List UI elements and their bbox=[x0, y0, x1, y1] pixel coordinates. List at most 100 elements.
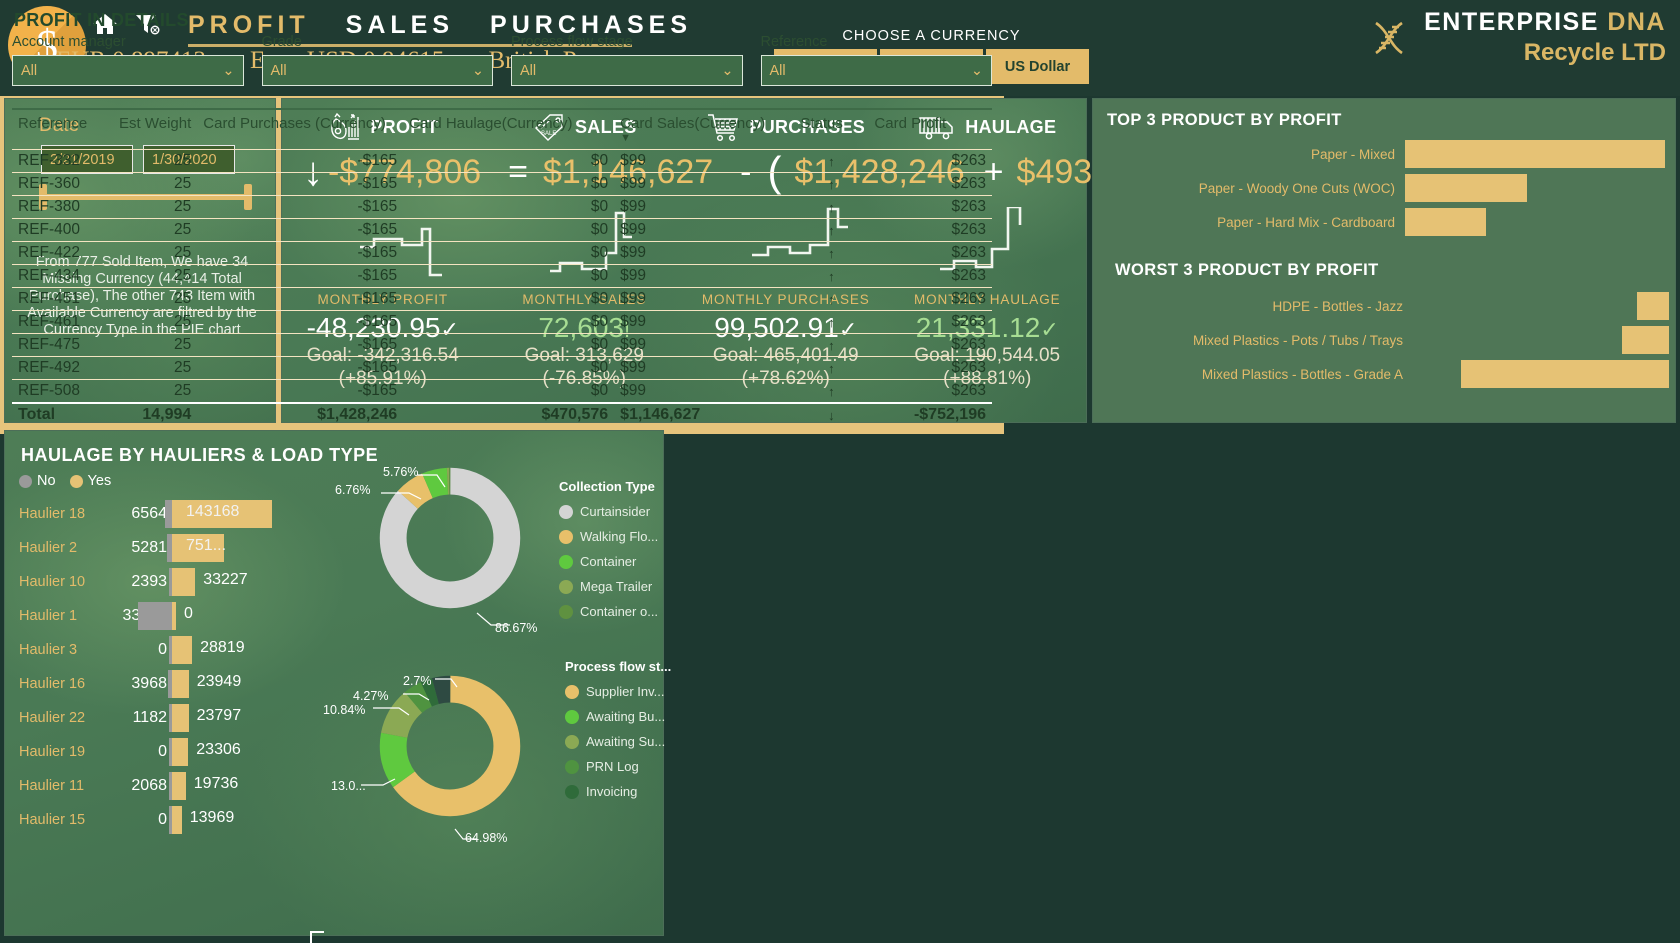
haulier-name: Haulier 10 bbox=[19, 574, 86, 590]
product-bar-row[interactable]: Paper - Mixed bbox=[1093, 137, 1677, 171]
collection-type-donut-svg[interactable] bbox=[375, 463, 525, 613]
legend-dot bbox=[565, 759, 579, 774]
top-products-chart: Paper - Mixed Paper - Woody One Cuts (WOC… bbox=[1093, 137, 1677, 239]
product-bar-row[interactable]: HDPE - Bottles - Jazz bbox=[1093, 289, 1677, 323]
haulier-row[interactable]: Haulier 10 2393 33227 bbox=[5, 565, 305, 599]
table-row[interactable]: REF-400 25 -$165 $0 $99 ↑ $263 bbox=[12, 218, 992, 242]
haulier-row[interactable]: Haulier 22 1182 23797 bbox=[5, 701, 305, 735]
collection-legend-item[interactable]: Walking Flo... bbox=[559, 529, 669, 544]
col-est-weight[interactable]: Est Weight bbox=[103, 112, 198, 150]
cell-card-purchases: -$165 bbox=[197, 310, 404, 334]
table-row[interactable]: REF-461 25 -$165 $0 $99 ↑ $263 bbox=[12, 310, 992, 334]
table-row[interactable]: REF-332 25 -$165 $0 $99 ↑ $263 bbox=[12, 149, 992, 173]
col-card-profit[interactable]: Card Profit bbox=[868, 112, 992, 150]
collection-legend-item[interactable]: Container o... bbox=[559, 604, 669, 619]
filter-dropdown-process-flow-stage[interactable]: All ⌄ bbox=[511, 55, 743, 86]
chevron-down-icon: ⌄ bbox=[970, 62, 983, 79]
legend-label: Walking Flo... bbox=[580, 529, 659, 544]
legend-label: Supplier Inv... bbox=[586, 684, 665, 699]
cell-card-sales: $99 bbox=[614, 356, 795, 380]
haulier-bar-axis: 23949 bbox=[168, 669, 305, 699]
cell-est-weight: 25 bbox=[102, 172, 198, 196]
currency-button-us-dollar[interactable]: US Dollar bbox=[986, 49, 1089, 84]
collection-legend-item[interactable]: Container bbox=[559, 554, 669, 569]
haulier-row[interactable]: Haulier 1336190 bbox=[5, 599, 305, 633]
haulier-bar-axis: 19736 bbox=[169, 771, 305, 801]
haulier-bar-axis: 23797 bbox=[169, 703, 305, 733]
cell-card-haulage: $0 bbox=[403, 379, 615, 403]
logo-enterprise: ENTERPRISE bbox=[1424, 8, 1599, 36]
haulier-yes-value: 23949 bbox=[196, 673, 242, 690]
process-legend-item[interactable]: Invoicing bbox=[565, 784, 675, 799]
col-card-sales[interactable]: Card Sales(Currency) ▼ bbox=[614, 112, 794, 150]
donut2-label-27: 2.7% bbox=[403, 674, 432, 688]
cell-reference: REF-332 bbox=[12, 149, 103, 173]
haulier-row[interactable]: Haulier 15 0 13969 bbox=[5, 803, 305, 837]
haulier-row[interactable]: Haulier 3 0 28819 bbox=[5, 633, 305, 667]
col-reference[interactable]: Reference bbox=[12, 112, 103, 150]
table-row[interactable]: REF-380 25 -$165 $0 $99 ↑ $263 bbox=[12, 195, 992, 219]
haulier-row[interactable]: Haulier 2 5281 751... bbox=[5, 531, 305, 565]
cell-status-arrow: ↑ bbox=[794, 172, 869, 196]
filter-label: Grade bbox=[261, 34, 302, 50]
process-legend-item[interactable]: PRN Log bbox=[565, 759, 675, 774]
haulage-legend-item-no[interactable]: No bbox=[19, 473, 56, 489]
haulier-name: Haulier 18 bbox=[19, 506, 86, 522]
process-legend-item[interactable]: Supplier Inv... bbox=[565, 684, 675, 699]
haulier-yes-value: 143168 bbox=[186, 503, 240, 520]
product-bar bbox=[1622, 326, 1669, 354]
cell-est-weight: 25 bbox=[102, 333, 198, 357]
haulier-no-value: 6564 bbox=[131, 505, 167, 522]
table-row[interactable]: REF-434 25 -$165 $0 $99 ↑ $263 bbox=[12, 264, 992, 288]
haulier-name: Haulier 3 bbox=[19, 642, 78, 658]
table-row[interactable]: REF-508 25 -$165 $0 $99 ↑ $263 bbox=[12, 379, 992, 403]
table-row[interactable]: REF-492 25 -$165 $0 $99 ↑ $263 bbox=[12, 356, 992, 380]
cell-card-profit: $263 bbox=[868, 287, 992, 311]
legend-dot bbox=[559, 579, 573, 594]
cell-reference: REF-400 bbox=[12, 218, 103, 242]
haulier-bar-yes bbox=[172, 636, 193, 664]
collection-legend-item[interactable]: Curtainsider bbox=[559, 504, 669, 519]
collection-type-donut[interactable] bbox=[375, 463, 525, 613]
table-total-row[interactable]: Total 14,994 $1,428,246 $470,576 $1,146,627 ↓… bbox=[12, 402, 992, 426]
product-bar-row[interactable]: Paper - Woody One Cuts (WOC) bbox=[1093, 171, 1677, 205]
table-row[interactable]: REF-360 25 -$165 $0 $99 ↑ $263 bbox=[12, 172, 992, 196]
dna-helix-icon bbox=[1375, 21, 1403, 54]
cell-card-profit: -$752,196 bbox=[868, 402, 992, 426]
donut1-label-8667: 86.67% bbox=[495, 621, 538, 635]
collection-legend-item[interactable]: Mega Trailer bbox=[559, 579, 669, 594]
product-label: Paper - Mixed bbox=[1310, 146, 1395, 162]
process-legend-item[interactable]: Awaiting Bu... bbox=[565, 709, 675, 724]
haulier-row[interactable]: Haulier 11 2068 19736 bbox=[5, 769, 305, 803]
haulier-bar-axis: 0 bbox=[138, 601, 305, 631]
col-card-haulage[interactable]: Card Haulage(Currency) bbox=[403, 112, 614, 150]
cell-card-profit: $263 bbox=[868, 264, 992, 288]
filter-dropdown-grade[interactable]: All ⌄ bbox=[261, 55, 493, 86]
products-by-profit-panel: TOP 3 PRODUCT BY PROFIT Paper - Mixed Pap… bbox=[1092, 98, 1676, 423]
table-row[interactable]: REF-475 25 -$165 $0 $99 ↑ $263 bbox=[12, 333, 992, 357]
legend-label: Awaiting Bu... bbox=[586, 709, 666, 724]
process-flow-donut-svg[interactable] bbox=[375, 671, 525, 821]
haulier-no-value: 0 bbox=[158, 811, 167, 828]
haulier-bar-axis: 751... bbox=[166, 533, 305, 563]
col-status[interactable]: Status bbox=[794, 112, 868, 150]
legend-dot bbox=[565, 709, 579, 724]
haulier-row[interactable]: Haulier 18 6564 143168 bbox=[5, 497, 305, 531]
col-card-purchases[interactable]: Card Purchases (Currency) bbox=[197, 112, 403, 150]
haulier-yes-value: 13969 bbox=[189, 809, 235, 826]
legend-dot bbox=[559, 604, 573, 619]
cell-est-weight: 25 bbox=[102, 264, 198, 288]
table-row[interactable]: REF-451 25 -$165 $0 $99 ↑ $263 bbox=[12, 287, 992, 311]
product-bar-row[interactable]: Mixed Plastics - Pots / Tubs / Trays bbox=[1093, 323, 1677, 357]
product-bar-row[interactable]: Mixed Plastics - Bottles - Grade A bbox=[1093, 357, 1677, 391]
process-legend-item[interactable]: Awaiting Su... bbox=[565, 734, 675, 749]
filter-dropdown-reference[interactable]: All ⌄ bbox=[760, 55, 992, 86]
haulier-row[interactable]: Haulier 16 3968 23949 bbox=[5, 667, 305, 701]
haulage-legend-item-yes[interactable]: Yes bbox=[69, 473, 111, 489]
table-row[interactable]: REF-422 25 -$165 $0 $99 ↑ $263 bbox=[12, 241, 992, 265]
filter-dropdown-account-manager[interactable]: All ⌄ bbox=[12, 55, 244, 86]
product-bar-row[interactable]: Paper - Hard Mix - Cardboard bbox=[1093, 205, 1677, 239]
process-flow-donut[interactable] bbox=[375, 671, 525, 821]
haulier-row[interactable]: Haulier 19 0 23306 bbox=[5, 735, 305, 769]
profit-details-filters: Account manager All ⌄ Grade All ⌄ Process flow… bbox=[12, 34, 992, 86]
